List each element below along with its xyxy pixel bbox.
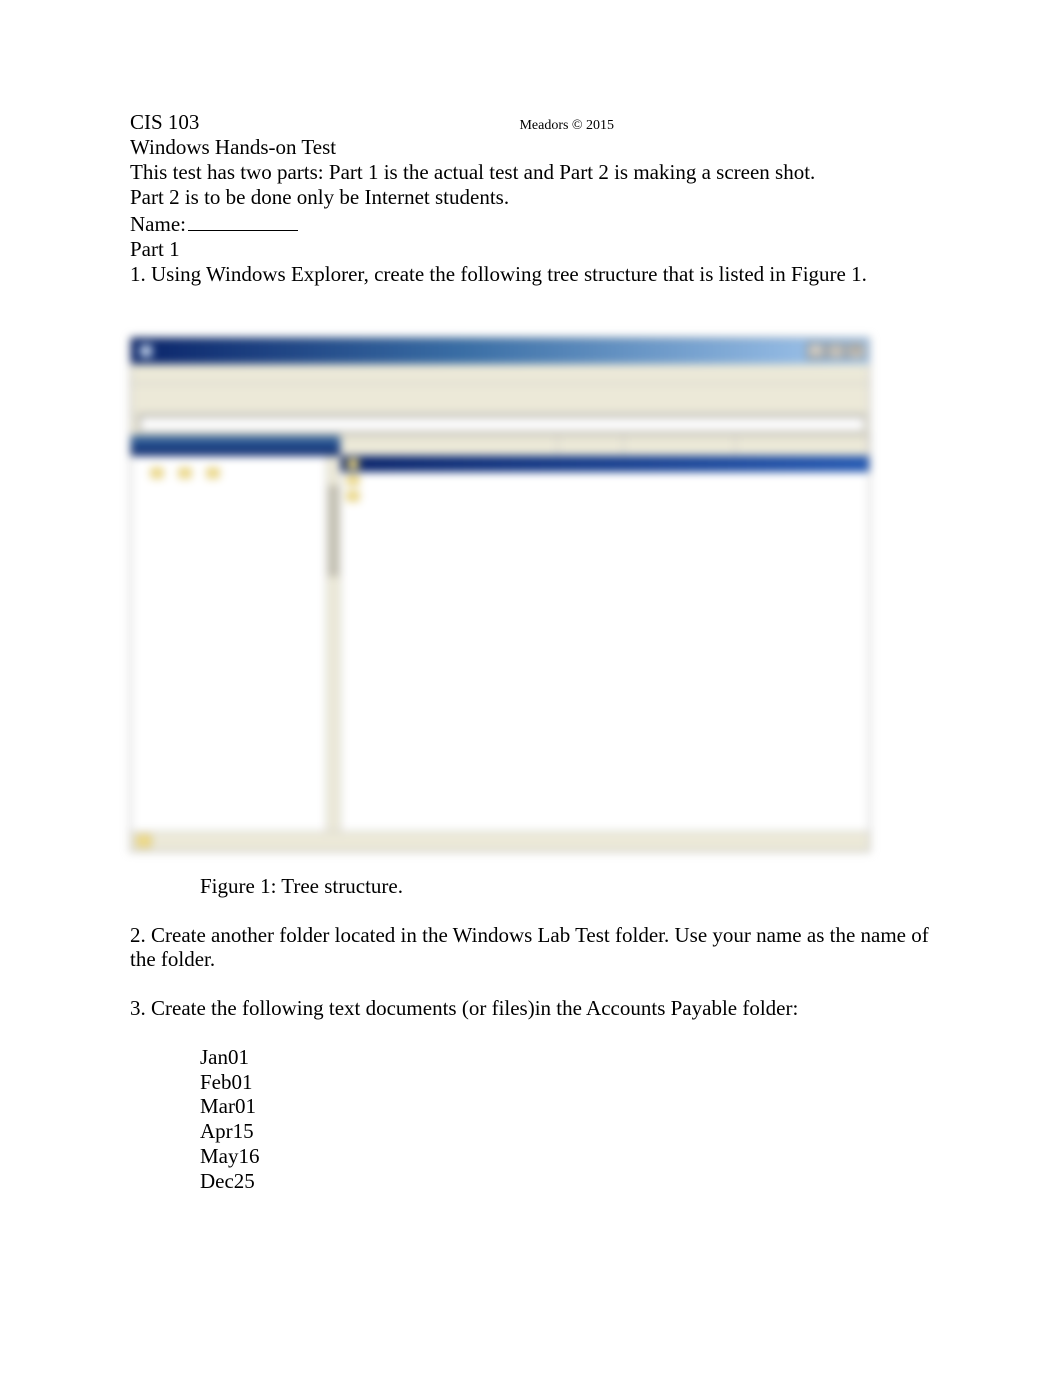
question-1: 1. Using Windows Explorer, create the fo… — [130, 262, 932, 287]
app-icon — [139, 344, 153, 358]
status-bar — [131, 831, 869, 851]
name-label: Name: — [130, 212, 186, 236]
course-code: CIS 103 — [130, 110, 199, 135]
name-blank[interactable] — [188, 209, 298, 231]
list-row[interactable] — [341, 472, 869, 488]
name-row: Name: — [130, 209, 932, 237]
file-list: Jan01 Feb01 Mar01 Apr15 May16 Dec25 — [200, 1045, 932, 1194]
doc-title: Windows Hands-on Test — [130, 135, 932, 160]
folder-icon — [347, 491, 359, 501]
folder-icon — [347, 475, 359, 485]
file-item: Apr15 — [200, 1119, 932, 1144]
titlebar: _ □ X — [131, 338, 869, 364]
list-header[interactable] — [341, 436, 869, 456]
list-body[interactable] — [341, 456, 869, 504]
question-2: 2. Create another folder located in the … — [130, 923, 932, 973]
address-input[interactable] — [139, 416, 865, 432]
column-name[interactable] — [341, 436, 558, 455]
file-item: Jan01 — [200, 1045, 932, 1070]
scrollbar[interactable] — [326, 456, 340, 831]
question-3: 3. Create the following text documents (… — [130, 996, 932, 1021]
figure-1: _ □ X — [130, 337, 932, 852]
folder-tree[interactable] — [131, 456, 340, 466]
column-type[interactable] — [624, 436, 736, 455]
file-item: Feb01 — [200, 1070, 932, 1095]
file-item: Dec25 — [200, 1169, 932, 1194]
part-label: Part 1 — [130, 237, 932, 262]
toolbar[interactable] — [131, 384, 869, 414]
folders-pane — [131, 436, 341, 831]
column-modified[interactable] — [736, 436, 869, 455]
folder-icon — [347, 459, 359, 469]
list-pane — [341, 436, 869, 831]
column-size[interactable] — [558, 436, 624, 455]
list-row[interactable] — [341, 456, 869, 472]
file-item: Mar01 — [200, 1094, 932, 1119]
split-area — [131, 436, 869, 831]
maximize-button[interactable]: □ — [827, 343, 845, 359]
header-row: CIS 103 Meadors © 2015 — [130, 110, 932, 135]
folders-header — [131, 436, 340, 456]
menubar[interactable] — [131, 364, 869, 384]
list-row[interactable] — [341, 488, 869, 504]
scrollbar-thumb[interactable] — [329, 486, 338, 576]
file-item: May16 — [200, 1144, 932, 1169]
copyright-text: Meadors © 2015 — [519, 118, 614, 134]
minimize-button[interactable]: _ — [807, 343, 825, 359]
document-body: CIS 103 Meadors © 2015 Windows Hands-on … — [130, 110, 932, 1194]
intro-line-2: Part 2 is to be done only be Internet st… — [130, 185, 932, 210]
explorer-window: _ □ X — [130, 337, 870, 852]
folder-icon — [137, 835, 151, 847]
address-bar[interactable] — [131, 414, 869, 436]
close-button[interactable]: X — [847, 343, 865, 359]
intro-line-1: This test has two parts: Part 1 is the a… — [130, 160, 932, 185]
figure-caption: Figure 1: Tree structure. — [200, 874, 932, 899]
